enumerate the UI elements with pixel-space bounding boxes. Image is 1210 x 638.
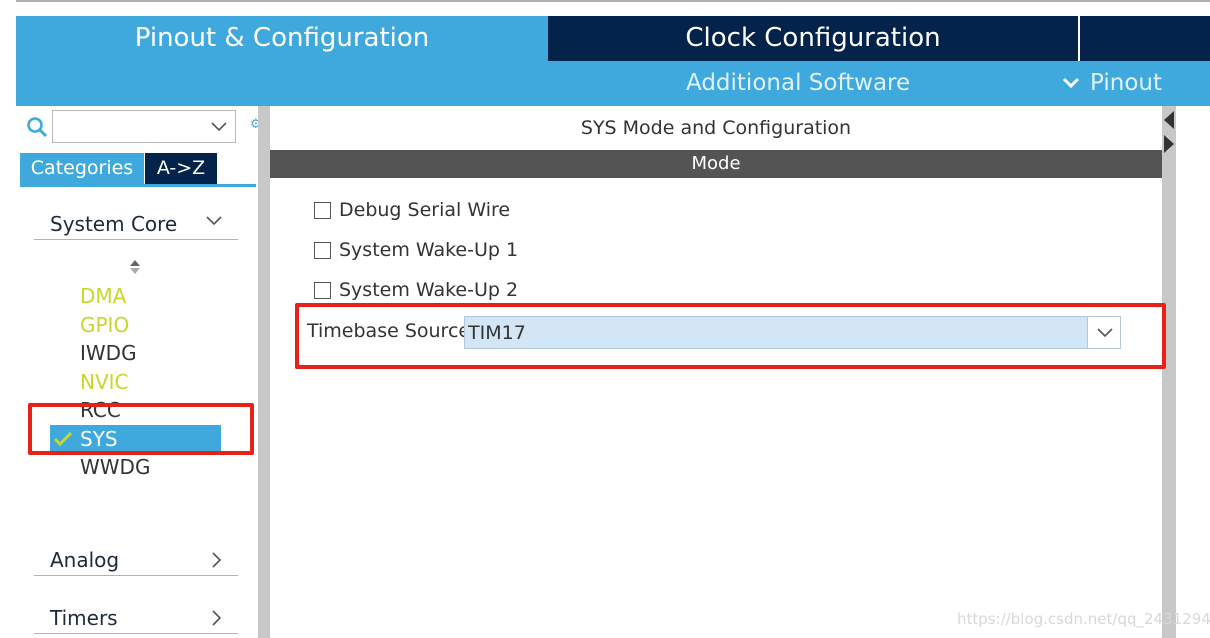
tab-underline xyxy=(20,184,256,187)
watermark: https://blog.csdn.net/qq_24312945 xyxy=(957,610,1210,628)
chevron-right-icon xyxy=(212,552,222,568)
collapse-arrow-icon[interactable] xyxy=(1163,110,1175,130)
sub-toolbar xyxy=(16,61,1210,106)
checkbox-label: System Wake-Up 1 xyxy=(339,239,519,261)
checkbox-system-wakeup-1[interactable]: System Wake-Up 1 xyxy=(314,239,518,261)
list-item-iwdg[interactable]: IWDG xyxy=(50,339,230,368)
checkbox[interactable] xyxy=(314,201,331,219)
list-item-nvic[interactable]: NVIC xyxy=(50,368,230,397)
section-timers[interactable]: Timers xyxy=(34,604,238,634)
tab-pinout-configuration[interactable]: Pinout & Configuration xyxy=(16,16,548,61)
list-item-wwdg[interactable]: WWDG xyxy=(50,453,230,482)
section-analog[interactable]: Analog xyxy=(34,546,238,576)
collapse-arrow-icon[interactable] xyxy=(1163,134,1175,154)
chevron-down-icon[interactable] xyxy=(211,122,227,132)
highlight-box-sys xyxy=(28,403,254,455)
chevron-right-icon xyxy=(212,610,222,626)
tab-next[interactable] xyxy=(1078,16,1210,61)
search-input[interactable] xyxy=(52,110,236,143)
tab-categories[interactable]: Categories xyxy=(20,153,144,184)
section-label: System Core xyxy=(50,212,178,236)
tab-clock-configuration[interactable]: Clock Configuration xyxy=(548,16,1078,61)
section-system-core[interactable]: System Core xyxy=(34,210,238,240)
section-label: Analog xyxy=(50,548,120,572)
panel-splitter[interactable] xyxy=(258,106,270,638)
mode-section-header: Mode xyxy=(270,150,1162,178)
pinout-menu-button[interactable]: Pinout xyxy=(1062,70,1162,96)
chevron-down-icon xyxy=(206,216,222,226)
list-item-dma[interactable]: DMA xyxy=(50,282,230,311)
pinout-menu-label: Pinout xyxy=(1090,70,1162,96)
gear-icon[interactable]: ⚙ xyxy=(250,117,258,131)
right-panel-splitter[interactable] xyxy=(1162,106,1176,638)
window-left-edge xyxy=(0,0,16,638)
section-label: Timers xyxy=(50,606,118,630)
search-icon[interactable] xyxy=(26,116,48,138)
right-gutter xyxy=(1176,106,1210,638)
additional-software-button[interactable]: Additional Software xyxy=(686,70,910,96)
tab-a-to-z[interactable]: A->Z xyxy=(145,153,217,184)
sort-icon[interactable] xyxy=(128,259,142,275)
checkbox[interactable] xyxy=(314,281,331,299)
page-title: SYS Mode and Configuration xyxy=(270,106,1162,150)
checkbox-label: System Wake-Up 2 xyxy=(339,279,519,301)
highlight-box-timebase xyxy=(295,303,1166,369)
list-item-gpio[interactable]: GPIO xyxy=(50,311,230,340)
checkbox-label: Debug Serial Wire xyxy=(339,199,511,221)
checkbox[interactable] xyxy=(314,241,331,259)
window-top-edge xyxy=(0,0,1210,2)
checkbox-debug-serial-wire[interactable]: Debug Serial Wire xyxy=(314,199,510,221)
chevron-down-icon xyxy=(1062,77,1080,89)
checkbox-system-wakeup-2[interactable]: System Wake-Up 2 xyxy=(314,279,518,301)
